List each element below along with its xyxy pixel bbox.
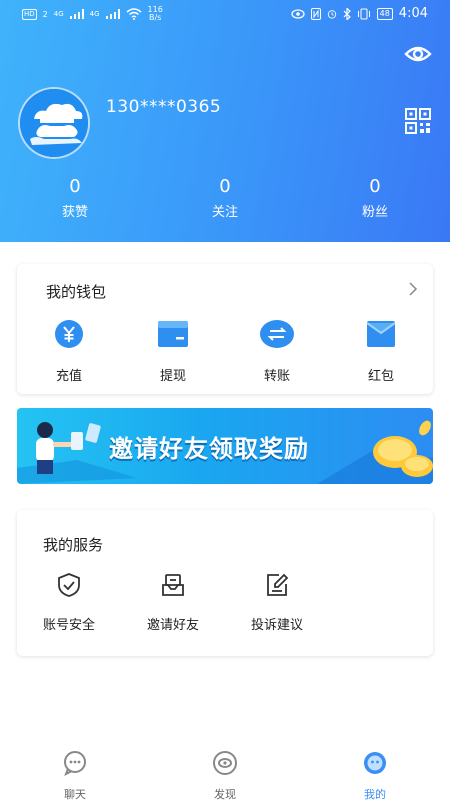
alarm-icon (327, 9, 336, 19)
wallet-transfer[interactable]: 转账 (237, 319, 317, 384)
eye-comfort-icon (290, 8, 305, 19)
hd-badge: HD (22, 8, 37, 20)
chevron-right-icon[interactable] (407, 281, 419, 297)
invite-banner[interactable]: 邀请好友领取奖励 (17, 408, 433, 484)
battery-indicator: 48 (376, 7, 393, 20)
service-invite-friends[interactable]: 邀请好友 (128, 572, 218, 633)
profile-face-icon (364, 752, 386, 774)
network-speed: 116 B/s (147, 5, 163, 22)
wallet-recharge[interactable]: 充值 (29, 319, 109, 384)
tab-chat[interactable]: 聊天 (45, 750, 105, 800)
wifi-icon (126, 8, 142, 20)
status-bar: HD 2 4G 4G 116 B/s 48 4:04 (0, 0, 450, 30)
signal-icon-2 (105, 9, 120, 19)
tab-mine[interactable]: 我的 (345, 750, 405, 800)
wallet-card: 我的钱包 充值 提现 转账 红包 (17, 264, 433, 394)
red-envelope-icon (366, 321, 396, 347)
wallet-withdraw[interactable]: 提现 (133, 319, 213, 384)
privacy-eye-icon[interactable] (404, 40, 432, 68)
invite-envelope-icon (162, 574, 184, 596)
tab-discover[interactable]: 发现 (195, 750, 255, 800)
stat-likes[interactable]: 0 获赞 (35, 176, 115, 222)
transfer-icon (260, 320, 294, 348)
user-phone: 130****0365 (106, 97, 222, 117)
vibrate-icon (357, 8, 370, 19)
edit-note-icon (267, 573, 289, 596)
status-time: 4:04 (398, 6, 428, 21)
signal-label-2: 4G (89, 10, 100, 18)
avatar[interactable] (18, 87, 90, 159)
nfc-icon (310, 7, 321, 20)
bluetooth-icon (343, 7, 351, 20)
eye-discover-icon (213, 751, 237, 775)
chat-bubble-icon (64, 751, 86, 777)
service-feedback[interactable]: 投诉建议 (232, 572, 322, 633)
signal-label-1: 4G (53, 10, 64, 18)
stat-following[interactable]: 0 关注 (185, 176, 265, 222)
wallet-red-packet[interactable]: 红包 (341, 319, 421, 384)
services-title: 我的服务 (43, 536, 104, 554)
wallet-actions: 充值 提现 转账 红包 (17, 319, 433, 389)
yuan-coin-icon (55, 320, 83, 348)
shield-check-icon (58, 573, 80, 597)
signal-icon (69, 9, 84, 19)
profile-header: HD 2 4G 4G 116 B/s 48 4:04 130****0365 0… (0, 0, 450, 242)
stat-followers[interactable]: 0 粉丝 (335, 176, 415, 222)
banner-text: 邀请好友领取奖励 (109, 435, 309, 463)
wallet-title[interactable]: 我的钱包 (46, 281, 106, 302)
qr-code-icon[interactable] (404, 107, 432, 135)
services-card: 我的服务 账号安全 邀请好友 投诉建议 (17, 510, 433, 656)
cloud-avatar-icon (20, 89, 88, 157)
wallet-card-icon (158, 321, 188, 347)
bottom-tab-bar: 聊天 发现 我的 (0, 738, 450, 800)
network-sub: 2 (42, 9, 48, 19)
service-account-security[interactable]: 账号安全 (24, 572, 114, 633)
